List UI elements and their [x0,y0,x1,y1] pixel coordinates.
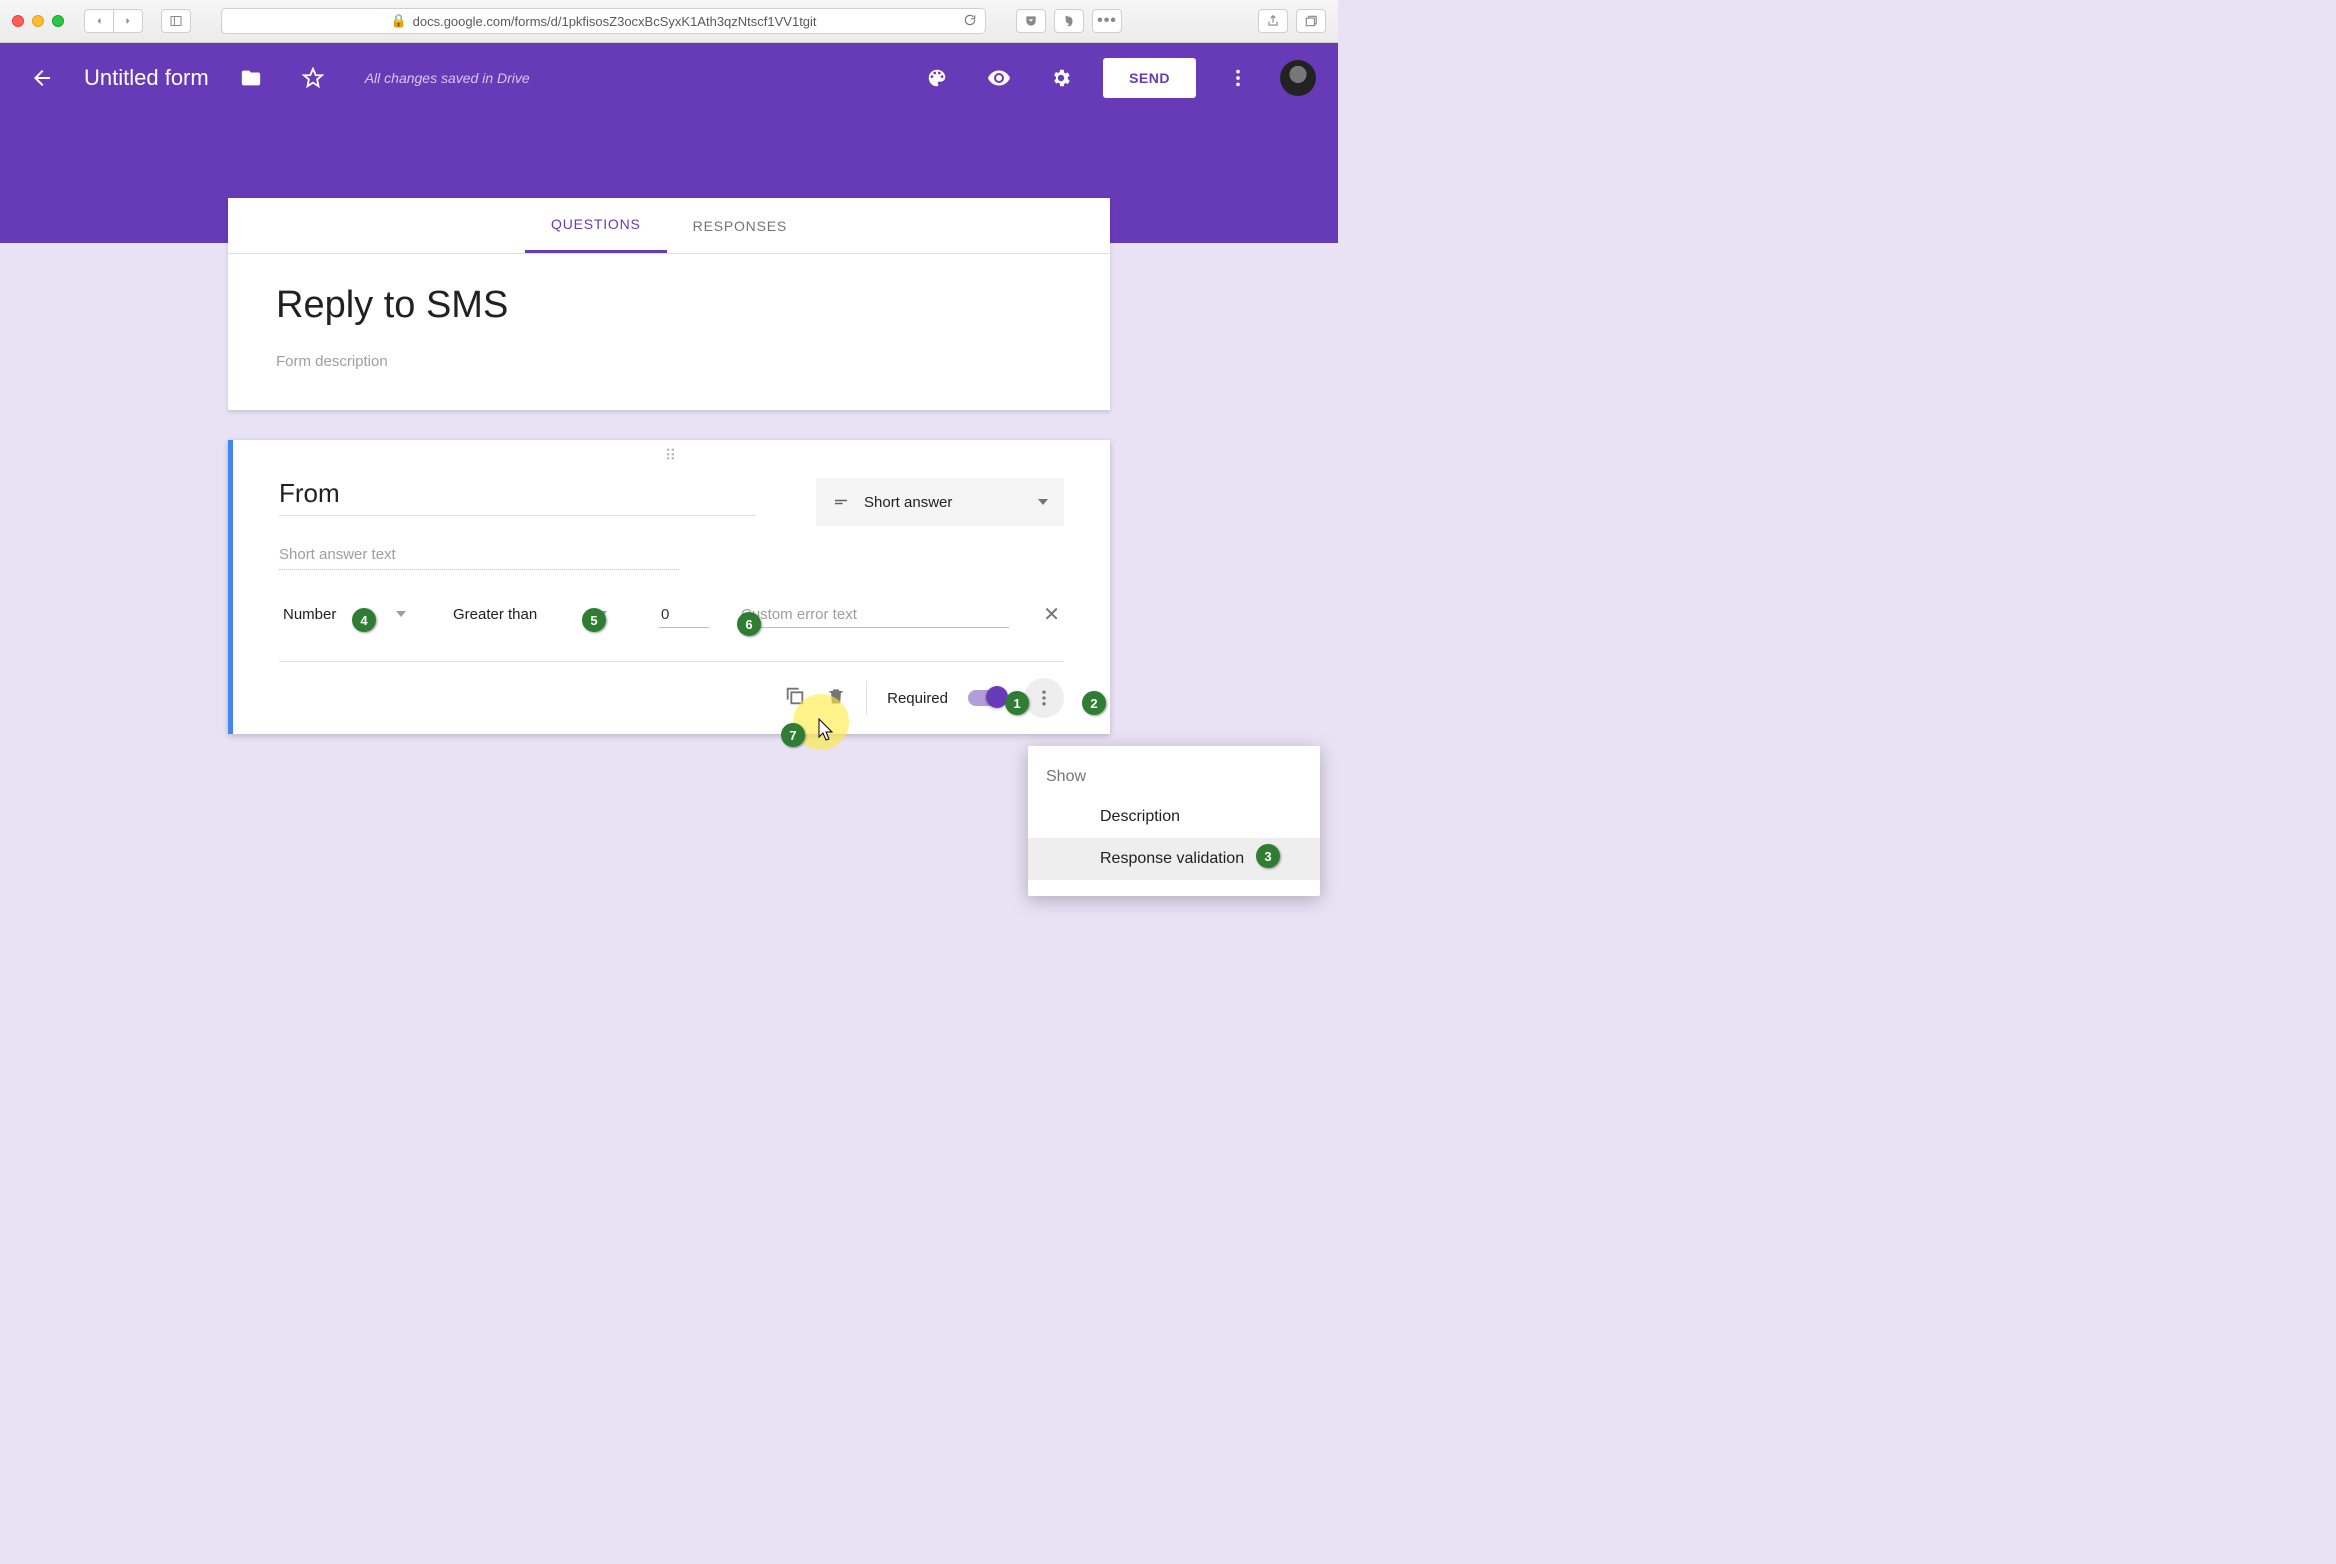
annotation-badge-6: 6 [737,612,761,636]
form-header-card: QUESTIONS RESPONSES Reply to SMS Form de… [228,198,1110,410]
form-description[interactable]: Form description [276,353,1062,370]
share-icon[interactable] [1258,9,1288,33]
back-to-docs[interactable] [22,58,62,98]
remove-validation-icon[interactable]: ✕ [1039,598,1064,631]
short-text-icon [832,493,850,511]
question-type-label: Short answer [864,494,952,511]
validation-row: Number Greater than ✕ [279,598,1064,661]
sidebar-toggle[interactable] [161,9,191,33]
minimize-window[interactable] [32,15,44,27]
tab-questions[interactable]: QUESTIONS [525,198,667,253]
question-footer: Required [279,661,1064,734]
tabs: QUESTIONS RESPONSES [228,198,1110,254]
question-title-input[interactable]: From [279,478,756,516]
menu-section-header: Show [1028,762,1320,796]
annotation-badge-4: 4 [352,608,376,632]
move-to-folder-icon[interactable] [231,58,271,98]
annotation-badge-1: 1 [1005,691,1029,715]
annotation-badge-2: 2 [1082,691,1106,715]
cursor-icon [818,718,838,742]
required-toggle[interactable] [968,690,1004,706]
divider [866,681,867,715]
close-window[interactable] [12,15,24,27]
annotation-badge-7: 7 [781,723,805,747]
validation-type-value: Number [283,606,336,623]
menu-item-description[interactable]: Description [1028,796,1320,838]
validation-error-input[interactable] [739,602,1009,628]
question-more-menu: Show Description Response validation [1028,746,1320,896]
url-text: docs.google.com/forms/d/1pkfisosZ3ocxBcS… [413,14,817,29]
star-icon[interactable] [293,58,333,98]
tab-responses[interactable]: RESPONSES [667,198,813,253]
drag-handle-icon[interactable]: ⠿ [233,440,1110,470]
save-status: All changes saved in Drive [365,70,530,86]
maximize-window[interactable] [52,15,64,27]
annotation-badge-3: 3 [1256,844,1280,868]
form-name[interactable]: Untitled form [84,65,209,91]
pocket-ext[interactable] [1016,9,1046,33]
forward-nav[interactable] [113,9,143,33]
question-card: ⠿ From Short answer Short answer text Nu… [228,440,1110,734]
settings-icon[interactable] [1041,58,1081,98]
required-label: Required [887,690,948,707]
lock-icon: 🔒 [390,13,406,29]
annotation-badge-5: 5 [582,608,606,632]
more-ext[interactable]: ••• [1092,9,1122,33]
browser-chrome: 🔒 docs.google.com/forms/d/1pkfisosZ3ocxB… [0,0,1338,43]
validation-condition-value: Greater than [453,606,537,623]
account-avatar[interactable] [1280,60,1316,96]
validation-number-input[interactable] [659,602,709,628]
short-answer-placeholder: Short answer text [279,546,679,570]
address-bar[interactable]: 🔒 docs.google.com/forms/d/1pkfisosZ3ocxB… [221,8,986,34]
chevron-down-icon [1038,499,1048,505]
reload-icon[interactable] [963,13,977,30]
preview-icon[interactable] [979,58,1019,98]
window-controls [12,15,64,27]
header-more-icon[interactable] [1218,58,1258,98]
palette-icon[interactable] [917,58,957,98]
tabs-icon[interactable] [1296,9,1326,33]
form-title[interactable]: Reply to SMS [276,284,1062,327]
back-nav[interactable] [84,9,114,33]
question-more-icon[interactable] [1024,678,1064,718]
question-type-dropdown[interactable]: Short answer [816,478,1064,526]
evernote-ext[interactable] [1054,9,1084,33]
validation-type-dropdown[interactable]: Number [279,600,419,630]
chevron-down-icon [396,611,406,617]
send-button[interactable]: SEND [1103,58,1196,98]
